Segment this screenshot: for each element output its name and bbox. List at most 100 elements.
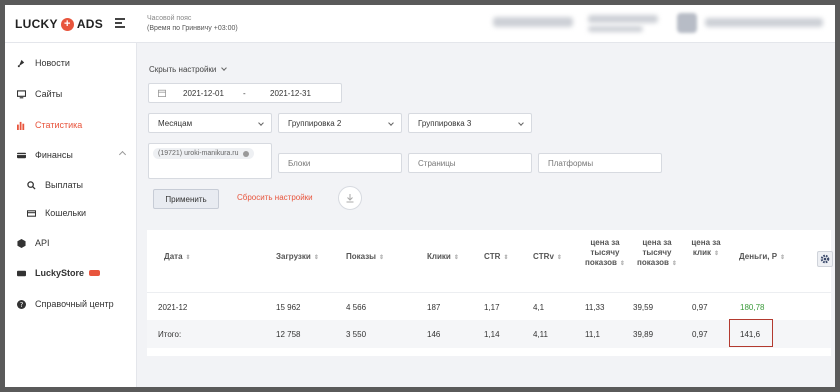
date-separator: - xyxy=(243,88,246,98)
sort-icon: ⇕ xyxy=(780,255,786,261)
header-ctr[interactable]: CTR ⇕ xyxy=(484,252,508,263)
download-button[interactable] xyxy=(338,186,362,210)
sidebar-item-sites[interactable]: Сайты xyxy=(5,82,137,106)
cell-cpc: 0,97 xyxy=(692,330,708,339)
sidebar-item-payouts[interactable]: Выплаты xyxy=(5,173,137,197)
chevron-down-icon xyxy=(518,120,524,126)
timezone-info: Часовой пояс (Время по Гринвичу +03:00) xyxy=(147,14,238,34)
group2-select[interactable]: Группировка 2 xyxy=(278,113,402,133)
download-icon xyxy=(346,194,354,203)
blurred-user-email[interactable] xyxy=(705,18,823,27)
main-content: Скрыть настройки 2021-12-01 - 2021-12-31… xyxy=(138,43,835,387)
sort-icon: ⇕ xyxy=(185,255,191,261)
sites-multiselect[interactable]: (19721) uroki-manikura.ru xyxy=(148,143,272,179)
sidebar-item-label: API xyxy=(35,238,50,248)
avatar[interactable] xyxy=(677,13,697,33)
statistics-table: Дата ⇕ Загрузки ⇕ Показы ⇕ Клики ⇕ CTR ⇕ CTRv… xyxy=(147,230,833,356)
header-clicks[interactable]: Клики ⇕ xyxy=(427,252,459,263)
header-cpm[interactable]: цена за тысячу показов ⇕ xyxy=(581,238,629,269)
toggle-settings-label: Скрыть настройки xyxy=(149,65,217,74)
pages-placeholder: Страницы xyxy=(418,158,456,168)
sort-icon: ⇕ xyxy=(619,261,625,267)
table-row: 2021-12 15 962 4 566 187 1,17 4,1 11,33 … xyxy=(147,292,831,320)
apply-button[interactable]: Применить xyxy=(153,189,219,209)
header-loads[interactable]: Загрузки ⇕ xyxy=(276,252,319,263)
group3-select[interactable]: Группировка 3 xyxy=(408,113,532,133)
site-tag: (19721) uroki-manikura.ru xyxy=(153,148,254,159)
cell-ctr: 1,14 xyxy=(484,330,500,339)
remove-tag-icon[interactable] xyxy=(242,150,249,157)
sidebar-item-api[interactable]: API xyxy=(5,231,137,255)
reset-settings-button[interactable]: Сбросить настройки xyxy=(237,193,313,202)
header-label: цена за тысячу показов xyxy=(585,238,620,267)
chevron-up-icon xyxy=(118,150,127,159)
header-label: CTR xyxy=(484,252,501,261)
sort-icon: ⇕ xyxy=(453,255,459,261)
header-impressions[interactable]: Показы ⇕ xyxy=(346,252,384,263)
gear-icon xyxy=(820,254,830,264)
sidebar-item-label: Сайты xyxy=(35,89,63,99)
timezone-value: (Время по Гринвичу +03:00) xyxy=(147,25,238,32)
header-cpm-2[interactable]: цена за тысячу показов ⇕ xyxy=(633,238,681,269)
menu-toggle-icon[interactable] xyxy=(115,18,125,28)
pages-input[interactable]: Страницы xyxy=(408,153,532,173)
search-icon xyxy=(27,180,36,190)
rocket-icon xyxy=(17,59,25,67)
header-cpc[interactable]: цена за клик ⇕ xyxy=(689,238,723,259)
sort-icon: ⇕ xyxy=(379,255,385,261)
sort-icon: ⇕ xyxy=(671,261,677,267)
sort-icon: ⇕ xyxy=(714,251,720,257)
group2-value: Группировка 2 xyxy=(288,118,342,128)
toggle-settings-link[interactable]: Скрыть настройки xyxy=(149,65,228,74)
sidebar-item-label: Финансы xyxy=(35,150,73,160)
sidebar-item-label: LuckyStore xyxy=(35,268,85,278)
sidebar-item-wallets[interactable]: Кошельки xyxy=(5,201,137,225)
sidebar-item-label: Статистика xyxy=(35,120,83,130)
sidebar-item-label: Кошельки xyxy=(45,208,87,218)
cell-ctrv: 4,1 xyxy=(533,303,545,312)
cell-date: 2021-12 xyxy=(158,303,188,312)
wallet-icon xyxy=(17,152,26,158)
svg-text:?: ? xyxy=(20,301,24,309)
header-date[interactable]: Дата ⇕ xyxy=(164,252,191,263)
bar-chart-icon xyxy=(17,121,25,130)
sort-icon: ⇕ xyxy=(503,255,509,261)
period-value: Месяцам xyxy=(158,118,193,128)
date-from: 2021-12-01 xyxy=(183,88,224,98)
timezone-label: Часовой пояс xyxy=(147,15,192,22)
top-bar: LUCKY + ADS Часовой пояс (Время по Гринв… xyxy=(5,5,835,43)
logo[interactable]: LUCKY + ADS xyxy=(15,16,103,32)
date-range-picker[interactable]: 2021-12-01 - 2021-12-31 xyxy=(148,83,342,103)
platforms-placeholder: Платформы xyxy=(548,158,594,168)
cell-money: 180,78 xyxy=(740,303,765,312)
sidebar-item-label: Справочный центр xyxy=(35,299,114,309)
cell-ctrv: 4,11 xyxy=(533,330,548,339)
group3-value: Группировка 3 xyxy=(418,118,472,128)
table-settings-button[interactable] xyxy=(817,251,833,267)
chevron-down-icon xyxy=(388,120,394,126)
cell-impressions: 3 550 xyxy=(346,330,367,339)
header-label: Загрузки xyxy=(276,252,311,261)
cell-date: Итого: xyxy=(158,330,182,339)
blurred-account-name xyxy=(493,17,573,27)
blocks-input[interactable]: Блоки xyxy=(278,153,402,173)
period-select[interactable]: Месяцам xyxy=(148,113,272,133)
sidebar-item-finance[interactable]: Финансы xyxy=(5,143,137,167)
sidebar-item-statistics[interactable]: Статистика xyxy=(5,113,137,137)
platforms-input[interactable]: Платформы xyxy=(538,153,662,173)
card-icon xyxy=(27,209,36,217)
sort-icon: ⇕ xyxy=(313,255,319,261)
cell-cpm-2: 39,59 xyxy=(633,303,654,312)
header-money[interactable]: Деньги, Р ⇕ xyxy=(739,252,785,263)
sidebar-item-luckystore[interactable]: LuckyStore xyxy=(5,261,137,285)
header-label: Клики xyxy=(427,252,451,261)
sidebar-item-help[interactable]: ? Справочный центр xyxy=(5,292,137,316)
header-label: Деньги, Р xyxy=(739,252,778,261)
logo-text-lucky: LUCKY xyxy=(15,17,58,31)
sidebar-item-label: Новости xyxy=(35,58,70,68)
sidebar-item-news[interactable]: Новости xyxy=(5,51,137,75)
date-to: 2021-12-31 xyxy=(270,88,311,98)
cell-cpm: 11,33 xyxy=(585,303,605,312)
header-ctrv[interactable]: CTRv ⇕ xyxy=(533,252,562,263)
cell-clicks: 187 xyxy=(427,303,441,312)
